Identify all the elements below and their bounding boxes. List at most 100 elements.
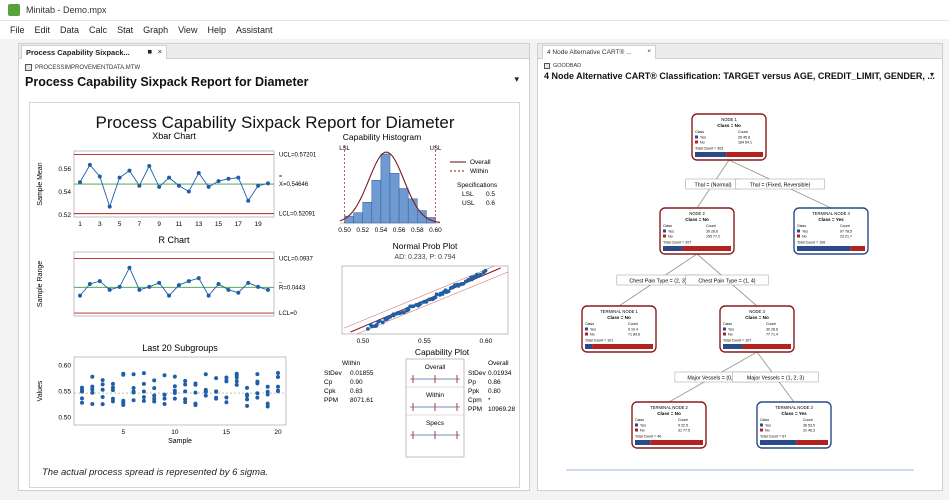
rchart-point [236, 290, 241, 295]
worksheet-icon [544, 63, 550, 69]
tree-node[interactable]: NODE 1Class = No Class Count Yes 26 45.8 No 16… [691, 113, 767, 161]
xbar-point [137, 183, 142, 188]
node-class: Class = No [717, 123, 741, 128]
xbar-point [196, 171, 201, 175]
xbar-point [157, 184, 162, 189]
menu-bar: File Edit Data Calc Stat Graph View Help Assista… [0, 21, 949, 39]
node-no-bar [592, 344, 653, 349]
menu-view[interactable]: View [178, 25, 197, 35]
node-yes-bar [695, 152, 727, 157]
output-dropdown-icon[interactable]: ▾ [930, 70, 934, 79]
xbar-xtick: 13 [195, 221, 203, 228]
node-yes-bar [585, 344, 593, 349]
last20-point [276, 384, 280, 389]
rchart-point [167, 293, 172, 298]
yes-swatch [635, 423, 638, 427]
xbar-point [256, 183, 261, 188]
node-head: TERMINAL NODE 1 [600, 309, 638, 314]
hist-xtick: 0.58 [411, 227, 424, 234]
xbar-point [176, 183, 181, 188]
split-label: Major Vessels = (0, 4) [687, 376, 739, 382]
node-col-class: Class [723, 322, 732, 326]
spec-lsl-value: 0.5 [486, 191, 495, 198]
tab-sixpack-report[interactable]: Process Capability Sixpack... ■ × [21, 45, 167, 59]
node-head: TERMINAL NODE 2 [650, 405, 688, 410]
last20-point [245, 385, 250, 390]
last20-point [141, 398, 146, 403]
close-tab-icon[interactable]: × [158, 47, 162, 56]
tree-node[interactable]: TERMINAL NODE 4Class = Yes Class Count Yes 9… [793, 207, 869, 255]
last20-xtick: 15 [223, 429, 231, 436]
tab-bar-right: 4 Node Alternative CART® ... × [538, 44, 942, 59]
xbar-xtick: 1 [78, 221, 82, 228]
normprob-ci-lower [344, 265, 495, 329]
node-row-no: No [590, 333, 595, 337]
normprob-xtick: 0.50 [357, 338, 370, 345]
node-no-bar [796, 440, 828, 445]
tree-node[interactable]: TERMINAL NODE 2Class = No Class Count Yes 9 … [631, 401, 707, 449]
normprob-point [434, 292, 439, 297]
xbar-center-label: X=0.54646 [279, 182, 309, 188]
last20-point [265, 401, 270, 406]
overall-stat-key: Pp [468, 379, 476, 386]
rchart-title: R Chart [158, 235, 190, 245]
pin-icon[interactable]: ■ [147, 47, 152, 56]
overall-stat-key: Cpm [468, 397, 482, 404]
tree-node[interactable]: TERMINAL NODE 3Class = Yes Class Count Yes 3… [756, 401, 832, 449]
menu-edit[interactable]: Edit [35, 25, 51, 35]
node-no-bar [650, 440, 703, 445]
xbar-xtick: 9 [157, 221, 161, 228]
capplot-box-within: Within [426, 392, 444, 399]
node-row-yes: Yes [728, 328, 734, 332]
split-label: Thal = (Normal) [695, 183, 732, 189]
node-row-yes: Yes [590, 328, 596, 332]
last20-point [141, 389, 146, 394]
node-col-class: Class [663, 224, 672, 228]
last20-point [193, 390, 198, 395]
last20-xtick: 10 [171, 429, 179, 436]
last20-point [255, 372, 260, 377]
rchart-point [226, 287, 231, 292]
xbar-point [87, 162, 92, 167]
normprob-point [483, 268, 488, 273]
output-dropdown-icon[interactable]: ▾ [514, 74, 519, 85]
tree-node[interactable]: NODE 2Class = No Class Count Yes 39 28.6 No 15… [659, 207, 735, 255]
tree-node[interactable]: TERMINAL NODE 1Class = No Class Count Yes 9 … [581, 305, 657, 353]
menu-help[interactable]: Help [207, 25, 226, 35]
hist-bar [398, 188, 409, 224]
node-yes-bar [797, 246, 851, 251]
node-total: Total Count = 40 [635, 435, 661, 439]
hist-xtick: 0.56 [393, 227, 406, 234]
node-class: Class = Yes [781, 411, 807, 416]
yes-swatch [797, 229, 800, 233]
node-col-count: Count [678, 418, 688, 422]
menu-file[interactable]: File [10, 25, 25, 35]
tab-cart-report[interactable]: 4 Node Alternative CART® ... × [542, 45, 656, 59]
last20-point [110, 399, 115, 404]
last20-title: Last 20 Subgroups [142, 343, 218, 353]
last20-point [90, 390, 95, 395]
menu-stat[interactable]: Stat [117, 25, 133, 35]
cart-pane: 4 Node Alternative CART® ... × GOODBAD 4… [537, 43, 943, 491]
last20-point [276, 371, 280, 376]
menu-data[interactable]: Data [60, 25, 79, 35]
tree-node[interactable]: NODE 3Class = No Class Count Yes 30 28.6 No 77… [719, 305, 795, 353]
capplot-box-overall: Overall [425, 364, 446, 371]
last20-xtick: 20 [274, 429, 282, 436]
last20-point [276, 375, 280, 380]
close-tab-icon[interactable]: × [647, 48, 651, 55]
last20-point [141, 371, 146, 376]
last20-point [203, 372, 208, 377]
rchart-point [147, 284, 152, 289]
menu-assistant[interactable]: Assistant [236, 25, 273, 35]
no-swatch [635, 428, 638, 432]
menu-calc[interactable]: Calc [89, 25, 107, 35]
node-row-yes: Yes [640, 424, 646, 428]
node-yes-values: 9 22.5 [678, 424, 688, 428]
node-no-values: 71 89.6 [628, 333, 640, 337]
last20-point [193, 403, 198, 408]
node-col-class: Class [797, 224, 806, 228]
node-no-bar [682, 246, 731, 251]
menu-graph[interactable]: Graph [143, 25, 168, 35]
normprob-subtitle: AD: 0.233, P: 0.794 [394, 254, 455, 261]
